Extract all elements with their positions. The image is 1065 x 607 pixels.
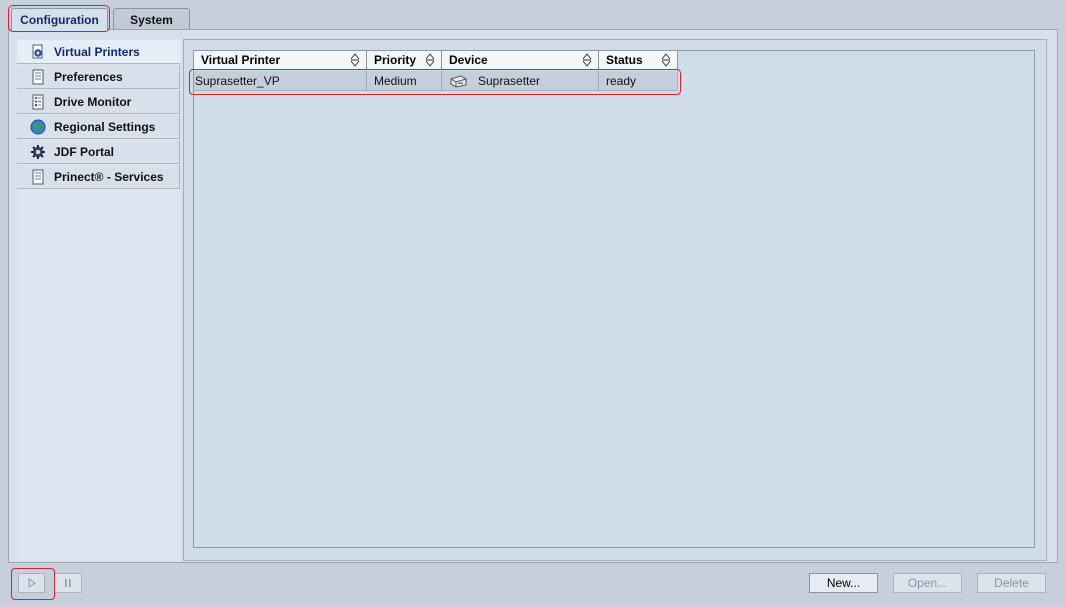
printer-icon [449,74,468,88]
sidebar-item-jdf-portal[interactable]: JDF Portal [17,140,180,164]
cell-virtual-printer[interactable]: Suprasetter_VP [194,71,367,91]
sidebar-item-label: Prinect® - Services [54,169,164,184]
gear-printer-icon [30,44,46,60]
cell-device[interactable]: Suprasetter [442,71,599,91]
open-button[interactable]: Open... [893,573,962,593]
cell-text: Suprasetter_VP [195,73,280,88]
sort-icon [425,53,435,67]
pause-icon [65,579,71,587]
tab-configuration[interactable]: Configuration [11,8,108,31]
play-button[interactable] [18,573,45,593]
column-header-label: Status [606,53,643,67]
button-label: New... [826,576,861,590]
new-button[interactable]: New... [809,573,878,593]
column-header-status[interactable]: Status [599,51,678,70]
sidebar-item-regional-settings[interactable]: Regional Settings [17,115,180,139]
sort-icon [661,53,671,67]
cell-text: Medium [374,73,417,88]
cell-priority[interactable]: Medium [367,71,442,91]
sort-icon [582,53,592,67]
button-label: Open... [907,576,948,590]
sort-icon [350,53,360,67]
sidebar-item-virtual-printers[interactable]: Virtual Printers [17,40,180,64]
document-icon [30,69,46,85]
sidebar-item-preferences[interactable]: Preferences [17,65,180,89]
virtual-printers-table [193,50,1035,548]
sidebar: Virtual Printers Preferences Drive Monit… [17,39,181,561]
document-icon [30,169,46,185]
sidebar-item-label: Virtual Printers [54,44,140,59]
column-header-label: Virtual Printer [201,53,281,67]
tab-system[interactable]: System [113,8,190,30]
sidebar-item-label: JDF Portal [54,144,115,159]
play-icon [28,578,36,588]
cell-text: Suprasetter [478,73,541,88]
sidebar-item-label: Preferences [54,69,123,84]
sidebar-item-label: Regional Settings [54,119,156,134]
sidebar-item-label: Drive Monitor [54,94,132,109]
column-header-virtual-printer[interactable]: Virtual Printer [194,51,367,70]
column-header-label: Priority [374,53,417,67]
column-header-label: Device [449,53,488,67]
column-header-priority[interactable]: Priority [367,51,442,70]
cog-icon [30,144,46,160]
button-label: Delete [994,576,1029,590]
column-header-device[interactable]: Device [442,51,599,70]
pause-button[interactable] [54,573,82,593]
sidebar-item-drive-monitor[interactable]: Drive Monitor [17,90,180,114]
drive-list-icon [30,94,46,110]
cell-text: ready [606,73,637,88]
tab-configuration-label: Configuration [20,13,99,27]
globe-icon [30,119,46,135]
sidebar-item-prinect-services[interactable]: Prinect® - Services [17,165,180,189]
tab-system-label: System [130,12,173,27]
delete-button[interactable]: Delete [977,573,1046,593]
cell-status[interactable]: ready [599,71,678,91]
